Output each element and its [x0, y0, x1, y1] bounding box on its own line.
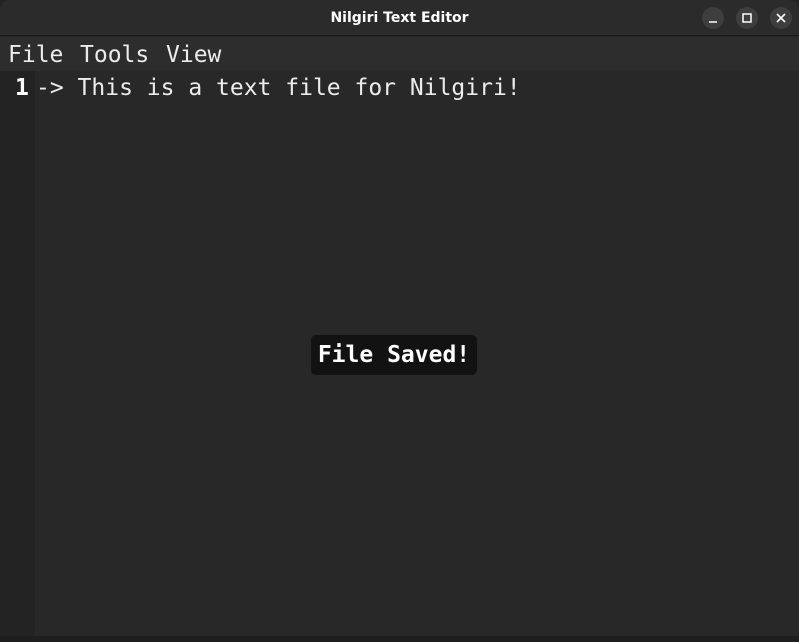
minimize-button[interactable] — [702, 7, 724, 29]
line-number-gutter — [0, 71, 35, 636]
close-button[interactable] — [770, 7, 792, 29]
minimize-icon — [709, 21, 717, 23]
maximize-button[interactable] — [736, 7, 758, 29]
window-title: Nilgiri Text Editor — [330, 10, 469, 26]
menu-tools[interactable]: Tools — [80, 37, 149, 71]
menu-view[interactable]: View — [166, 37, 221, 71]
editor-line[interactable]: -> This is a text file for Nilgiri! — [36, 73, 521, 103]
line-number: 1 — [15, 75, 29, 101]
menu-file[interactable]: File — [8, 37, 63, 71]
title-bar[interactable]: Nilgiri Text Editor — [0, 0, 799, 36]
file-saved-toast: File Saved! — [311, 335, 477, 375]
menu-bar: File Tools View — [0, 37, 799, 71]
editor-window: Nilgiri Text Editor File Tools View 1 ->… — [0, 0, 799, 642]
maximize-icon — [742, 13, 752, 23]
window-bottom-edge — [0, 636, 799, 642]
close-icon — [776, 13, 786, 23]
